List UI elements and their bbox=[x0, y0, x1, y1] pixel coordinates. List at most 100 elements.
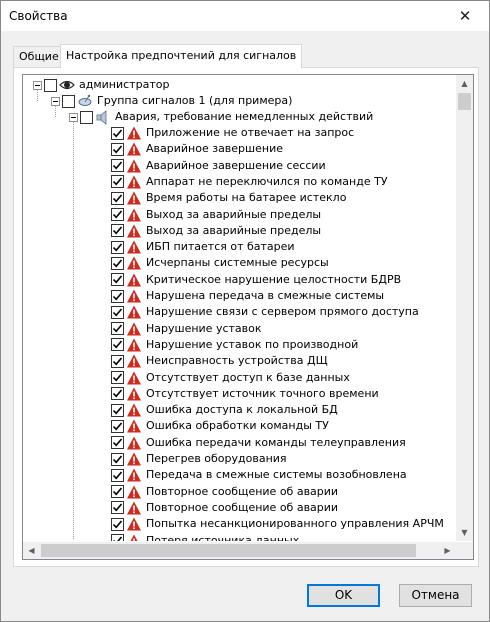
signal-item[interactable]: Нарушение связи с сервером прямого досту… bbox=[111, 304, 419, 320]
title-bar: Свойства ✕ bbox=[1, 1, 489, 31]
checkbox[interactable] bbox=[111, 501, 124, 515]
window-title: Свойства bbox=[9, 9, 68, 23]
signal-item[interactable]: Исчерпаны системные ресурсы bbox=[111, 255, 329, 271]
cancel-button[interactable]: Отмена bbox=[399, 584, 472, 607]
checkbox[interactable] bbox=[111, 403, 124, 417]
signal-item-label: Ошибка обработки команды ТУ bbox=[146, 419, 329, 433]
signal-item[interactable]: Приложение не отвечает на запрос bbox=[111, 125, 354, 141]
checkbox[interactable] bbox=[111, 159, 124, 173]
scroll-up-icon[interactable]: ▲ bbox=[456, 75, 473, 92]
signal-item[interactable]: Ошибка доступа к локальной БД bbox=[111, 402, 338, 418]
scroll-left-icon[interactable]: ◀ bbox=[23, 542, 40, 559]
warning-icon bbox=[127, 208, 141, 221]
warning-icon bbox=[127, 224, 141, 238]
scroll-down-icon[interactable]: ▼ bbox=[456, 524, 473, 541]
ok-button[interactable]: OK bbox=[307, 584, 380, 607]
signal-item-label: Попытка несанкционированного управления … bbox=[146, 517, 444, 531]
checkbox[interactable] bbox=[111, 354, 124, 368]
checkbox[interactable] bbox=[111, 224, 124, 238]
checkbox[interactable] bbox=[111, 371, 124, 384]
checkbox[interactable] bbox=[111, 289, 124, 303]
signal-item-label: Нарушение уставок по производной bbox=[146, 337, 359, 351]
checkbox[interactable] bbox=[111, 142, 124, 156]
checkbox[interactable] bbox=[111, 452, 124, 466]
signal-item[interactable]: Ошибка обработки команды ТУ bbox=[111, 418, 329, 434]
signal-item[interactable]: Передача в смежные системы возобновлена bbox=[111, 467, 407, 483]
signal-item[interactable]: Повторное сообщение об аварии bbox=[111, 484, 338, 500]
warning-icon bbox=[127, 305, 141, 319]
checkbox[interactable] bbox=[111, 256, 124, 270]
signal-item-label: Повторное сообщение об аварии bbox=[146, 484, 339, 498]
vertical-scrollbar[interactable]: ▲ ▼ bbox=[456, 75, 473, 541]
signal-item[interactable]: Отсутствует источник точного времени bbox=[111, 386, 379, 402]
checkbox[interactable] bbox=[80, 110, 93, 124]
checkbox[interactable] bbox=[111, 305, 124, 319]
warning-icon bbox=[127, 403, 141, 417]
signal-item[interactable]: ИБП питается от батареи bbox=[111, 239, 295, 255]
signal-item[interactable]: Аварийное завершение сессии bbox=[111, 158, 326, 174]
checkbox[interactable] bbox=[111, 534, 124, 541]
checkbox[interactable] bbox=[111, 191, 124, 205]
tree-node-category[interactable]: Авария, требование немедленных действий bbox=[69, 109, 373, 125]
checkbox[interactable] bbox=[111, 436, 124, 450]
signal-item-label: Выход за аварийные пределы bbox=[146, 223, 322, 237]
signal-item[interactable]: Аварийное завершение bbox=[111, 141, 283, 157]
checkbox[interactable] bbox=[111, 240, 124, 254]
signal-item[interactable]: Нарушение уставок bbox=[111, 321, 262, 337]
horizontal-scrollbar[interactable]: ◀ ▶ bbox=[23, 542, 456, 559]
scroll-thumb[interactable] bbox=[458, 93, 471, 110]
signal-item[interactable]: Ошибка передачи команды телеуправления bbox=[111, 435, 406, 451]
signal-tree: администратор Группа сигналов 1 (для при… bbox=[22, 74, 474, 560]
checkbox[interactable] bbox=[62, 94, 75, 108]
signal-item[interactable]: Аппарат не переключился по команде ТУ bbox=[111, 174, 388, 190]
checkbox[interactable] bbox=[111, 175, 124, 189]
signal-item[interactable]: Время работы на батарее истекло bbox=[111, 190, 346, 206]
checkbox[interactable] bbox=[111, 338, 124, 352]
checkbox[interactable] bbox=[111, 126, 124, 140]
signal-item[interactable]: Перегрев оборудования bbox=[111, 451, 287, 467]
tab-general[interactable]: Общие bbox=[13, 46, 65, 67]
signal-item[interactable]: Нарушена передача в смежные системы bbox=[111, 288, 384, 304]
signal-item[interactable]: Неисправность устройства ДЩ bbox=[111, 353, 328, 369]
checkbox[interactable] bbox=[111, 387, 124, 401]
checkbox[interactable] bbox=[111, 468, 124, 482]
scroll-thumb[interactable] bbox=[41, 544, 416, 557]
checkbox[interactable] bbox=[111, 273, 124, 287]
signal-item[interactable]: Выход за аварийные пределы bbox=[111, 223, 321, 239]
warning-icon bbox=[127, 501, 141, 515]
collapse-toggle[interactable] bbox=[33, 80, 42, 90]
signal-item[interactable]: Попытка несанкционированного управления … bbox=[111, 516, 444, 532]
warning-icon bbox=[127, 322, 141, 336]
warning-icon bbox=[127, 142, 141, 156]
collapse-toggle[interactable] bbox=[69, 112, 78, 122]
checkbox[interactable] bbox=[44, 78, 57, 92]
scroll-right-icon[interactable]: ▶ bbox=[439, 542, 456, 559]
checkbox[interactable] bbox=[111, 419, 124, 433]
signal-item[interactable]: Выход за аварийные пределы bbox=[111, 207, 321, 223]
warning-icon bbox=[127, 273, 141, 287]
warning-icon bbox=[127, 256, 141, 270]
tab-panel: администратор Группа сигналов 1 (для при… bbox=[13, 67, 479, 567]
collapse-toggle[interactable] bbox=[51, 96, 60, 106]
checkbox[interactable] bbox=[111, 208, 124, 221]
checkbox[interactable] bbox=[111, 517, 124, 531]
signal-item[interactable]: Нарушение уставок по производной bbox=[111, 337, 358, 353]
signal-item-label: Время работы на батарее истекло bbox=[146, 191, 347, 205]
close-button[interactable]: ✕ bbox=[447, 4, 483, 28]
tab-signal-preferences[interactable]: Настройка предпочтений для сигналов bbox=[60, 44, 303, 68]
tree-node-group[interactable]: Группа сигналов 1 (для примера) bbox=[51, 93, 292, 109]
warning-icon bbox=[127, 338, 141, 352]
signal-item-label: Исчерпаны системные ресурсы bbox=[146, 256, 329, 270]
signal-item-label: Аппарат не переключился по команде ТУ bbox=[146, 174, 388, 188]
warning-icon bbox=[127, 289, 141, 303]
checkbox[interactable] bbox=[111, 322, 124, 336]
checkbox[interactable] bbox=[111, 485, 124, 499]
warning-icon bbox=[127, 175, 141, 189]
signal-item-label: ИБП питается от батареи bbox=[146, 240, 295, 254]
signal-item[interactable]: Потеря источника данных bbox=[111, 533, 299, 541]
tree-node-root[interactable]: администратор bbox=[33, 77, 169, 93]
signal-item[interactable]: Повторное сообщение об аварии bbox=[111, 500, 338, 516]
signal-item[interactable]: Отсутствует доступ к базе данных bbox=[111, 370, 350, 386]
warning-icon bbox=[127, 517, 141, 531]
signal-item[interactable]: Критическое нарушение целостности БДРВ bbox=[111, 272, 401, 288]
